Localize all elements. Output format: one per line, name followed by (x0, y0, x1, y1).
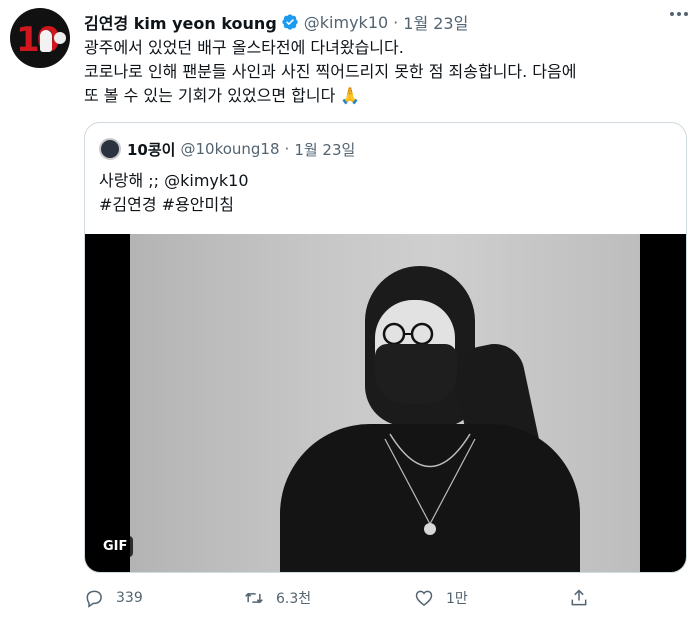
quote-text: 사랑해 ;; @kimyk10 #김연경 #용안미침 (99, 169, 249, 217)
like-button[interactable]: 1만 (414, 588, 468, 608)
tweet-line: 또 볼 수 있는 기회가 있었으면 합니다 🙏 (84, 86, 361, 105)
author-avatar[interactable]: 10 (10, 8, 70, 68)
verified-icon (282, 14, 298, 30)
tweet-line: 광주에서 있었던 배구 올스타전에 다녀왔습니다. (84, 38, 404, 57)
pray-emoji: 🙏 (340, 86, 361, 105)
quote-handle[interactable]: @10koung18 (180, 140, 279, 158)
tweet-actions: 339 6.3천 1만 (84, 588, 604, 612)
tweet-text: 광주에서 있었던 배구 올스타전에 다녀왔습니다. 코로나로 인해 팬분들 사인… (84, 36, 684, 108)
quote-date[interactable]: 1월 23일 (294, 139, 355, 160)
necklace-shape (384, 433, 476, 535)
quote-display-name[interactable]: 10콩이 (127, 139, 175, 160)
reply-button[interactable]: 339 (84, 588, 143, 608)
like-icon (415, 590, 433, 607)
separator-dot: · (284, 140, 290, 158)
author-display-name[interactable]: 김연경 kim yeon koung (84, 10, 277, 34)
quote-avatar[interactable] (99, 138, 121, 160)
quote-line: #김연경 #용안미침 (99, 195, 234, 214)
glasses-shape (382, 322, 434, 346)
gif-frame (130, 234, 640, 572)
author-handle[interactable]: @kimyk10 (304, 13, 388, 32)
share-icon (571, 589, 587, 606)
share-button[interactable] (569, 588, 601, 608)
reply-count: 339 (116, 590, 143, 606)
retweet-button[interactable]: 6.3천 (244, 588, 311, 608)
tweet-date[interactable]: 1월 23일 (403, 10, 468, 34)
retweet-count: 6.3천 (276, 591, 312, 607)
gif-media[interactable]: GIF (85, 234, 686, 572)
separator-dot: · (393, 12, 399, 32)
gif-badge: GIF (97, 536, 134, 557)
tweet-line: 코로나로 인해 팬분들 사인과 사진 찍어드리지 못한 점 죄송합니다. 다음에 (84, 62, 577, 81)
more-icon[interactable] (670, 12, 688, 16)
quote-line: 사랑해 ;; @kimyk10 (99, 171, 249, 190)
quote-header: 10콩이 @10koung18 · 1월 23일 (99, 137, 355, 161)
like-count: 1만 (446, 591, 468, 607)
reply-icon (86, 590, 102, 608)
retweet-icon (245, 592, 263, 604)
quoted-tweet[interactable]: 10콩이 @10koung18 · 1월 23일 사랑해 ;; @kimyk10… (84, 122, 687, 573)
tweet-header: 김연경 kim yeon koung @kimyk10 · 1월 23일 (84, 10, 690, 34)
